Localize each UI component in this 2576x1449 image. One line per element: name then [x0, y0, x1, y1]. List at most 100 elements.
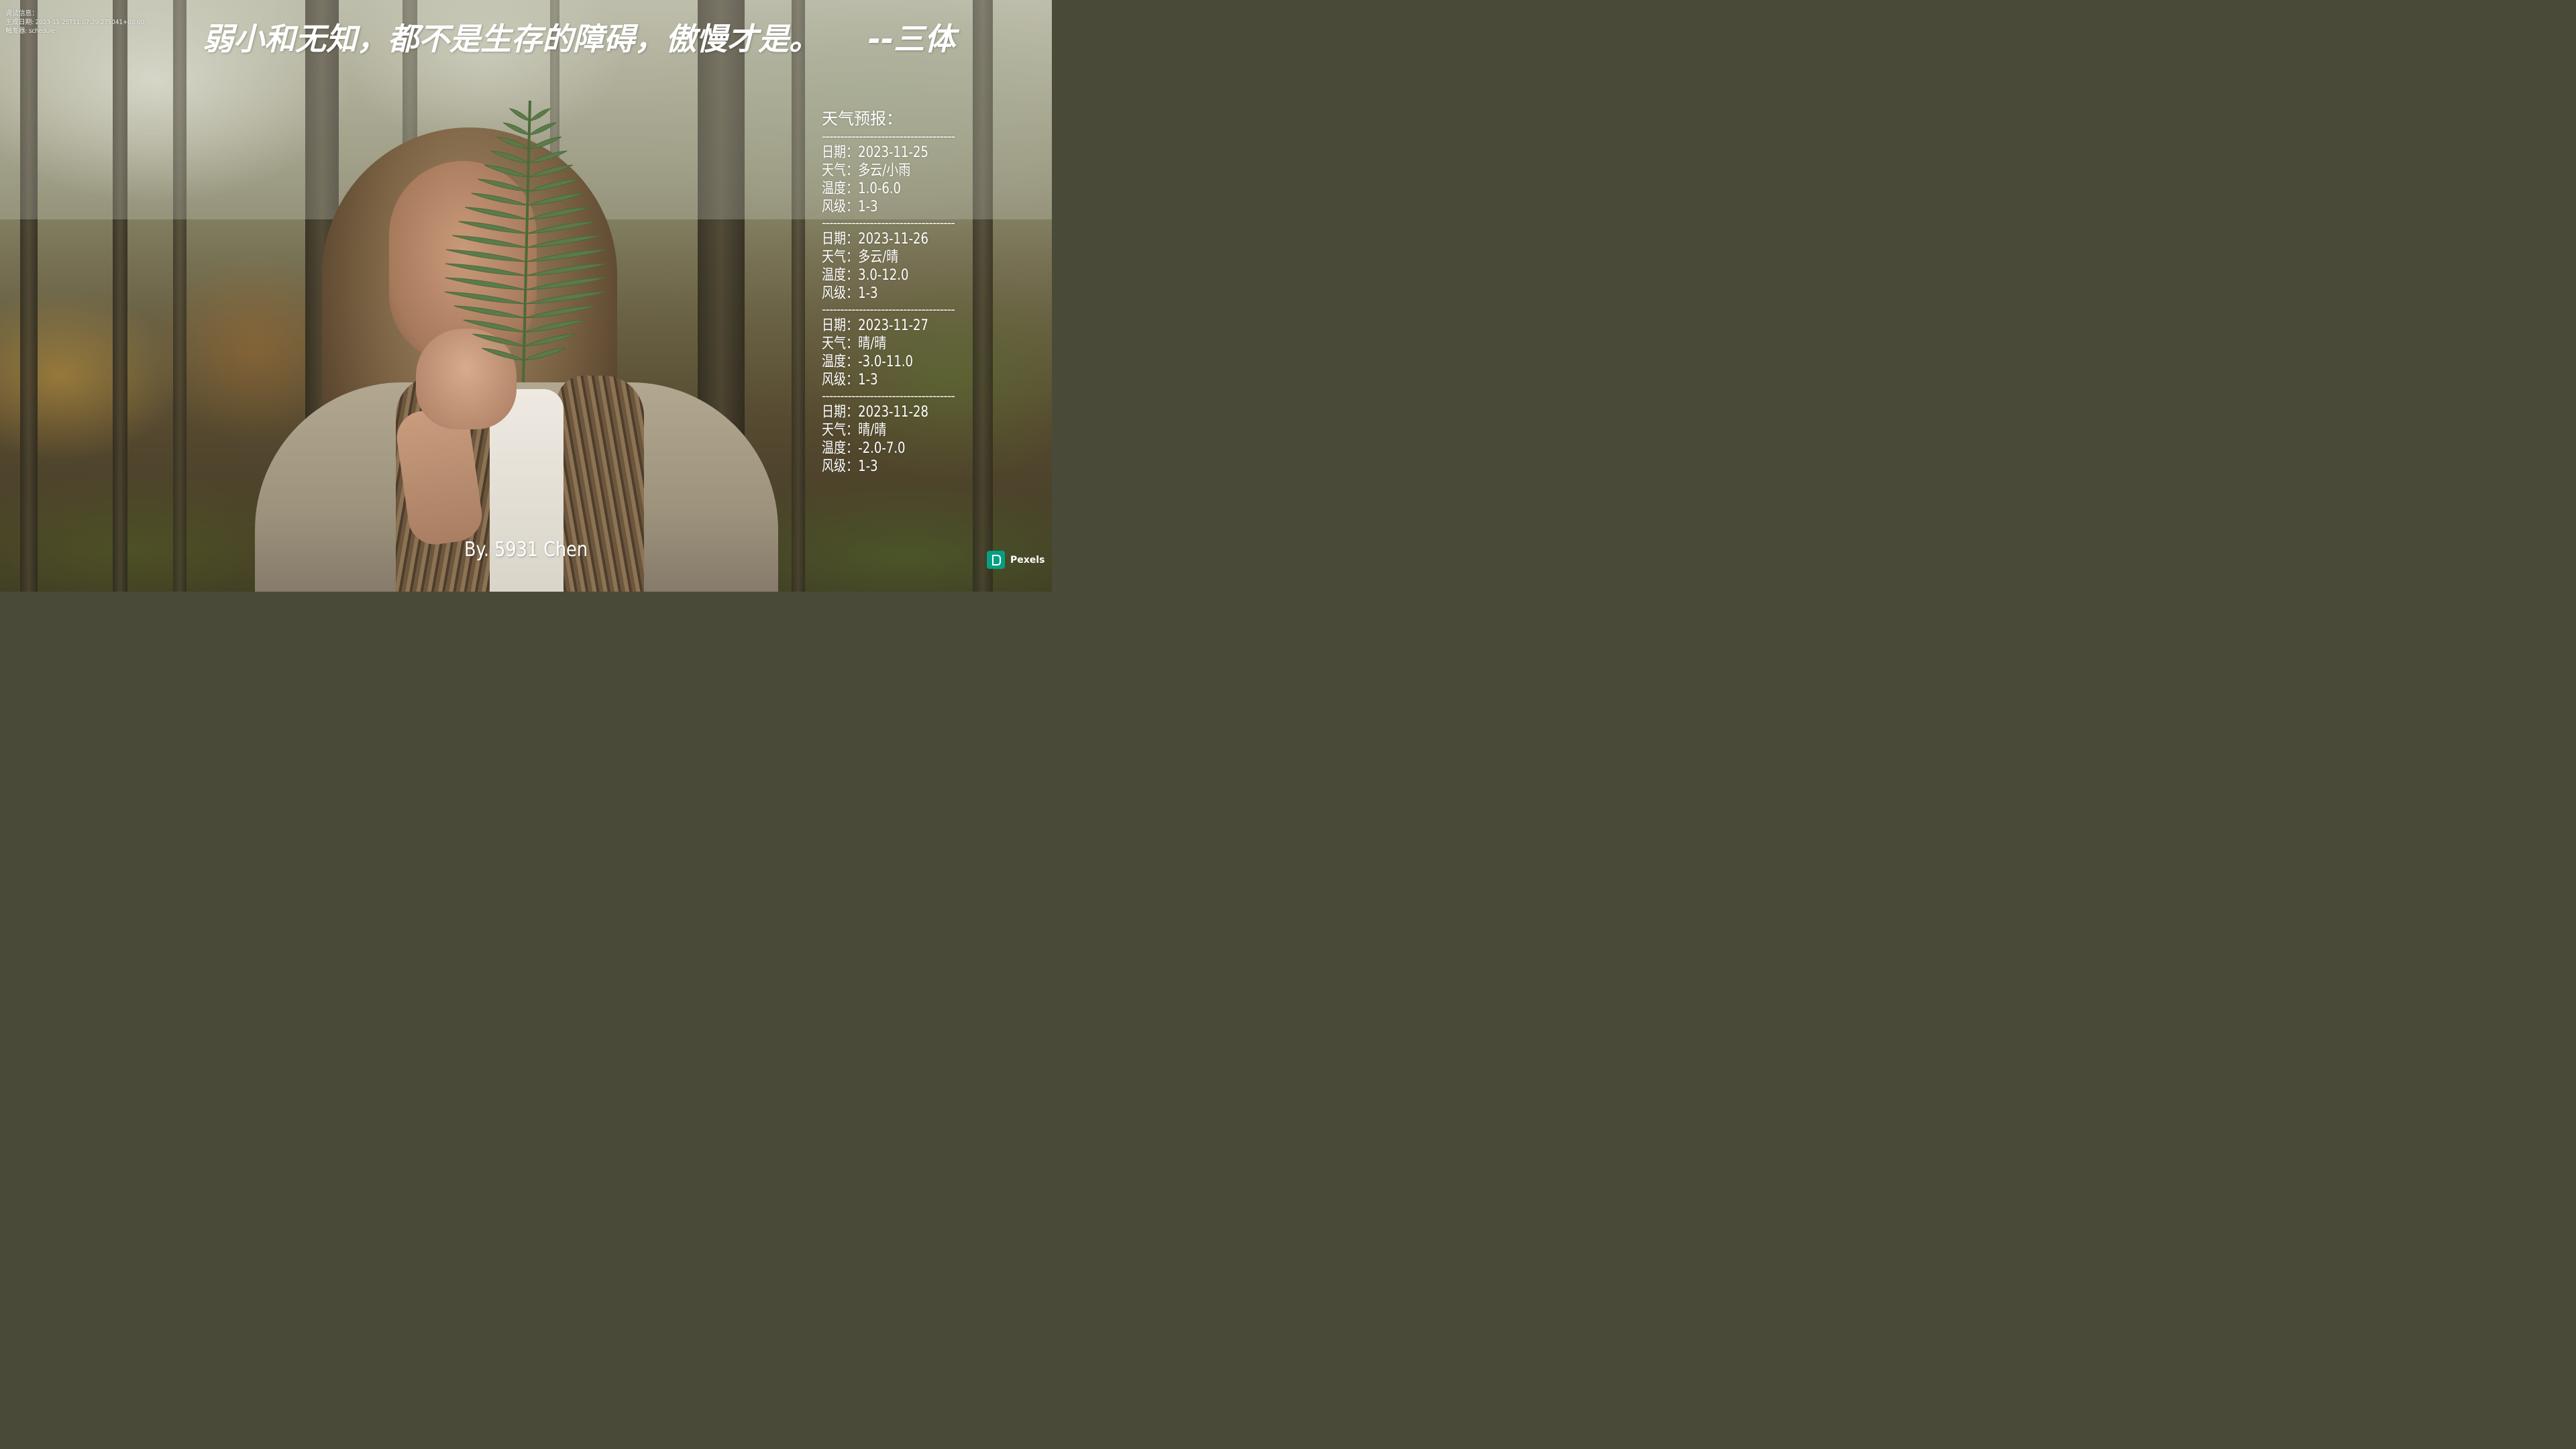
weather-date-label: 日期：: [822, 317, 859, 334]
fern-leaflet: [526, 249, 607, 262]
weather-date-row: 日期：2023-11-26: [822, 230, 970, 248]
weather-date-row: 日期：2023-11-28: [822, 403, 970, 421]
weather-wind-value: 1-3: [858, 458, 878, 475]
weather-wind-row: 风级：1-3: [822, 284, 970, 303]
weather-wind-value: 1-3: [858, 372, 878, 388]
fern-leaflet: [524, 319, 586, 333]
quote-text: 弱小和无知，都不是生存的障碍，傲慢才是。: [203, 21, 820, 57]
fern-leaflet: [508, 108, 531, 121]
fern-leaflet: [525, 277, 606, 290]
weather-wind-label: 风级：: [822, 372, 859, 388]
weather-date-value: 2023-11-26: [858, 231, 928, 248]
weather-wind-row: 风级：1-3: [822, 371, 970, 389]
weather-date-row: 日期：2023-11-27: [822, 317, 970, 335]
weather-title: 天气预报：: [822, 109, 902, 128]
pexels-label: Pexels: [1010, 554, 1045, 566]
weather-date-label: 日期：: [822, 144, 859, 161]
weather-temp-value: -2.0-7.0: [858, 440, 906, 457]
weather-wind-row: 风级：1-3: [822, 458, 970, 476]
weather-day: 日期：2023-11-27 天气：晴/晴 温度：-3.0-11.0 风级：1-3: [822, 317, 1003, 389]
fern-leaflet: [526, 235, 602, 248]
weather-weather-value: 晴/晴: [858, 422, 887, 439]
weather-day: 日期：2023-11-25 天气：多云/小雨 温度：1.0-6.0 风级：1-3: [822, 144, 1003, 216]
weather-temp-value: -3.0-11.0: [858, 354, 914, 370]
weather-date-value: 2023-11-27: [858, 317, 928, 334]
fern-leaflet: [464, 207, 528, 220]
fern-leaflet: [525, 305, 596, 319]
weather-forecast: 天气预报： ----------------------------------…: [822, 107, 1003, 476]
weather-temp-row: 温度：3.0-12.0: [822, 266, 970, 284]
weather-wind-label: 风级：: [822, 285, 859, 302]
fern-leaflet: [528, 178, 579, 192]
fern-leaf: [444, 100, 607, 383]
fern-leaflet: [524, 333, 576, 347]
weather-separator: ------------------------------------: [822, 303, 955, 317]
fern-leaflet: [527, 221, 596, 234]
fern-leaflet: [529, 136, 562, 150]
weather-weather-row: 天气：晴/晴: [822, 421, 970, 439]
weather-temp-row: 温度：-2.0-7.0: [822, 439, 970, 458]
weather-date-value: 2023-11-28: [858, 404, 928, 421]
fern-leaflet: [529, 150, 568, 164]
weather-temp-label: 温度：: [822, 440, 859, 457]
weather-weather-row: 天气：多云/晴: [822, 248, 970, 266]
weather-wind-value: 1-3: [858, 285, 878, 302]
fern-leaflet: [482, 347, 524, 361]
byline: By. 5931 Chen: [464, 538, 588, 561]
fern-leaflet: [458, 221, 527, 234]
fern-leaflet: [445, 277, 526, 290]
weather-day: 日期：2023-11-26 天气：多云/晴 温度：3.0-12.0 风级：1-3: [822, 230, 1003, 303]
weather-wind-label: 风级：: [822, 458, 859, 475]
fern-leaflet: [527, 207, 590, 220]
weather-weather-row: 天气：多云/小雨: [822, 162, 970, 180]
fern-leaflet: [444, 291, 525, 305]
fern-leaflet: [478, 178, 529, 192]
fern-leaflet: [527, 193, 584, 206]
weather-temp-label: 温度：: [822, 180, 859, 197]
weather-weather-row: 天气：晴/晴: [822, 335, 970, 353]
weather-separator: ------------------------------------: [822, 390, 955, 403]
fern-leaflet: [472, 333, 525, 347]
weather-wind-row: 风级：1-3: [822, 198, 970, 216]
weather-weather-label: 天气：: [822, 249, 859, 266]
weather-temp-row: 温度：1.0-6.0: [822, 180, 970, 198]
fern-leaflet: [502, 122, 530, 136]
fern-leaflet: [490, 150, 529, 164]
debug-generated-date: 生成日期: 2023-11-25T11:07:29.275041+08:00: [5, 19, 145, 26]
quote: 弱小和无知，都不是生存的障碍，傲慢才是。 --三体: [203, 19, 955, 59]
weather-separator: ------------------------------------: [822, 217, 955, 230]
debug-trigger: 触发器: schedule: [5, 28, 55, 35]
fern-leaflet: [453, 305, 525, 319]
fern-leaflet: [463, 319, 525, 333]
debug-info: 调试信息： 生成日期: 2023-11-25T11:07:29.275041+0…: [5, 9, 144, 36]
weather-weather-label: 天气：: [822, 422, 859, 439]
weather-temp-row: 温度：-3.0-11.0: [822, 353, 970, 371]
fern-leaflet: [523, 347, 566, 361]
weather-weather-value: 晴/晴: [858, 335, 887, 352]
fern-leaflet: [525, 291, 606, 305]
fern-leaflet: [445, 249, 527, 262]
fern-leaflet: [525, 263, 607, 276]
weather-date-value: 2023-11-25: [858, 144, 928, 161]
fern-leaflet: [451, 235, 527, 248]
weather-wind-value: 1-3: [858, 199, 878, 215]
quote-author: --三体: [868, 21, 956, 57]
weather-date-row: 日期：2023-11-25: [822, 144, 970, 162]
pexels-logo-icon: [987, 551, 1005, 569]
fern-leaflet: [445, 263, 527, 276]
fern-leaflet: [496, 136, 530, 150]
fern-leaflet: [484, 164, 529, 178]
fern-leaflet: [471, 193, 528, 206]
weather-weather-label: 天气：: [822, 335, 859, 352]
weather-temp-label: 温度：: [822, 354, 859, 370]
weather-weather-value: 多云/小雨: [858, 162, 911, 179]
weather-temp-label: 温度：: [822, 267, 859, 284]
fern-leaflet: [529, 108, 551, 121]
weather-temp-value: 1.0-6.0: [858, 180, 902, 197]
pexels-watermark: Pexels: [987, 551, 1044, 569]
weather-date-label: 日期：: [822, 404, 859, 421]
weather-weather-label: 天气：: [822, 162, 859, 179]
weather-wind-label: 风级：: [822, 199, 859, 215]
weather-day: 日期：2023-11-28 天气：晴/晴 温度：-2.0-7.0 风级：1-3: [822, 403, 1003, 476]
weather-temp-value: 3.0-12.0: [858, 267, 909, 284]
